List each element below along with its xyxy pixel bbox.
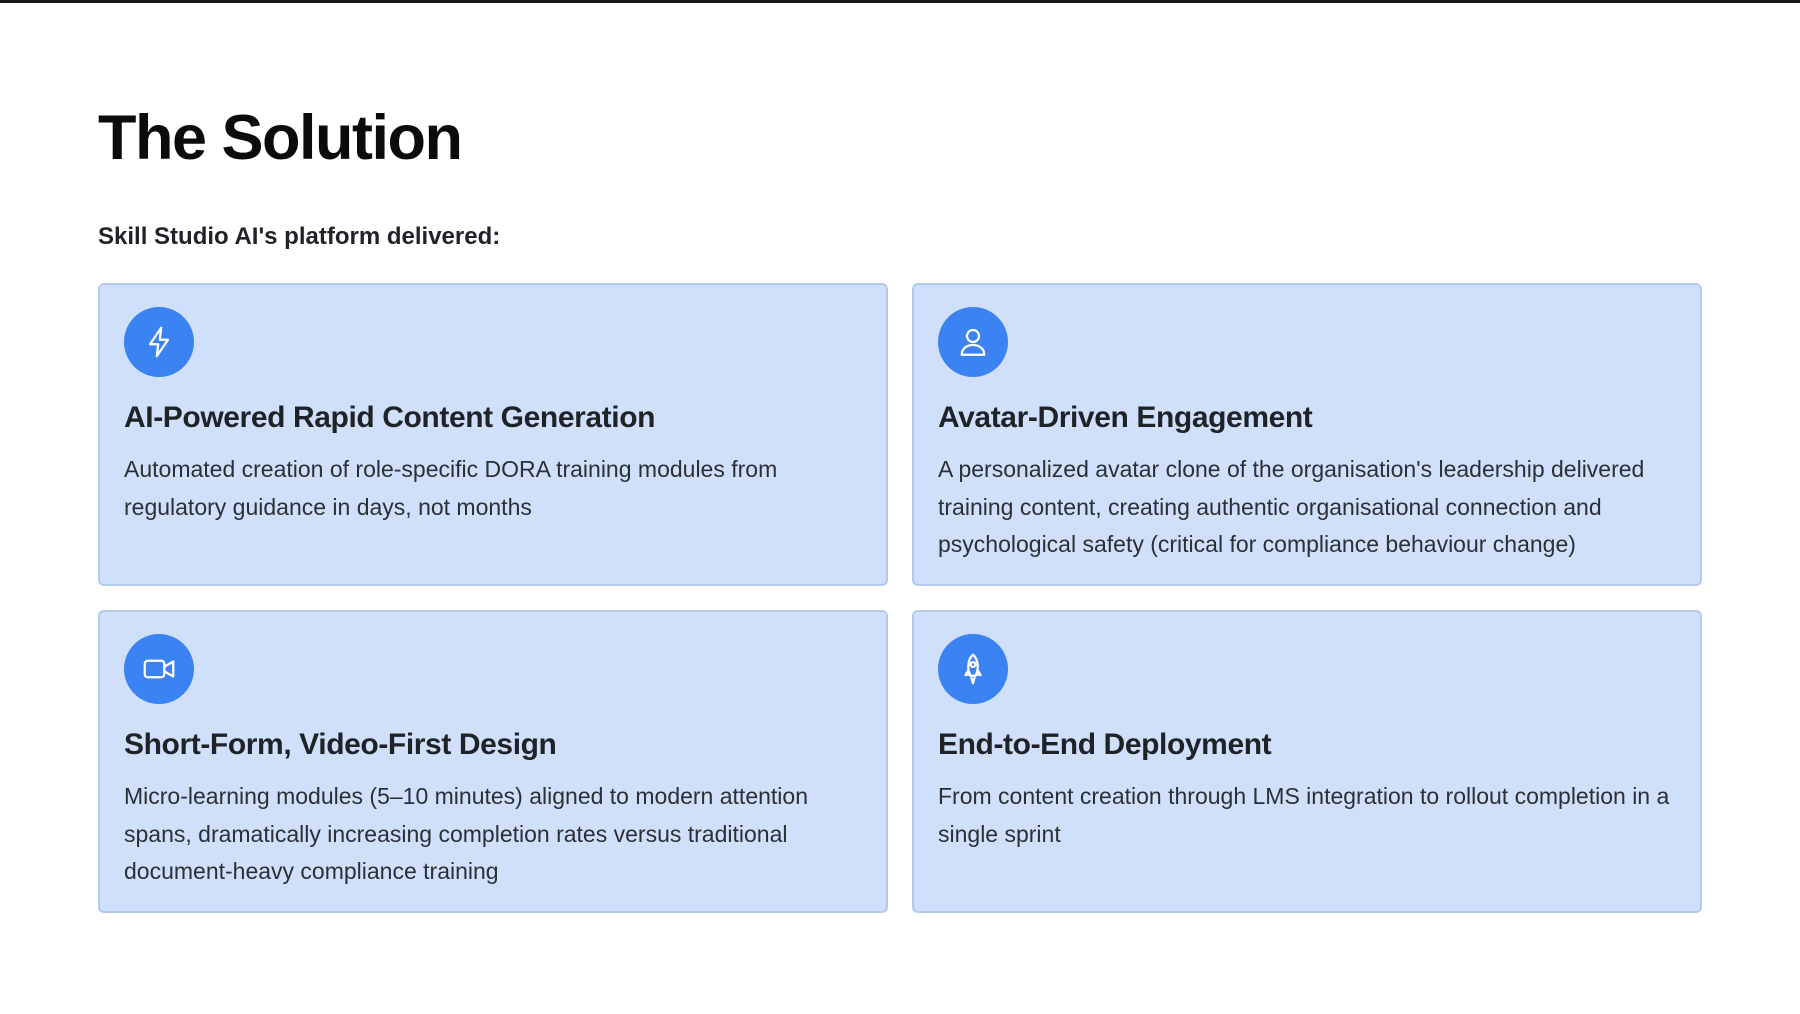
feature-card-video-first: Short-Form, Video-First Design Micro-lea…: [98, 610, 888, 913]
feature-grid: AI-Powered Rapid Content Generation Auto…: [98, 283, 1702, 914]
feature-card-end-to-end: End-to-End Deployment From content creat…: [912, 610, 1702, 913]
video-camera-icon: [124, 634, 194, 704]
rocket-icon: [938, 634, 1008, 704]
card-description: Micro-learning modules (5–10 minutes) al…: [124, 783, 808, 884]
card-description: From content creation through LMS integr…: [938, 783, 1670, 847]
card-description: A personalized avatar clone of the organ…: [938, 456, 1645, 557]
card-description: Automated creation of role-specific DORA…: [124, 456, 778, 520]
card-title: Avatar-Driven Engagement: [938, 401, 1313, 434]
card-title: AI-Powered Rapid Content Generation: [124, 401, 656, 434]
card-title: Short-Form, Video-First Design: [124, 728, 557, 761]
feature-card-rapid-content: AI-Powered Rapid Content Generation Auto…: [98, 283, 888, 586]
user-icon: [938, 307, 1008, 377]
card-title: End-to-End Deployment: [938, 728, 1272, 761]
slide: The Solution Skill Studio AI's platform …: [98, 0, 1702, 1014]
page-title: The Solution: [98, 103, 463, 173]
lightning-icon: [124, 307, 194, 377]
page-subtitle: Skill Studio AI's platform delivered:: [98, 223, 501, 250]
feature-card-avatar-engagement: Avatar-Driven Engagement A personalized …: [912, 283, 1702, 586]
